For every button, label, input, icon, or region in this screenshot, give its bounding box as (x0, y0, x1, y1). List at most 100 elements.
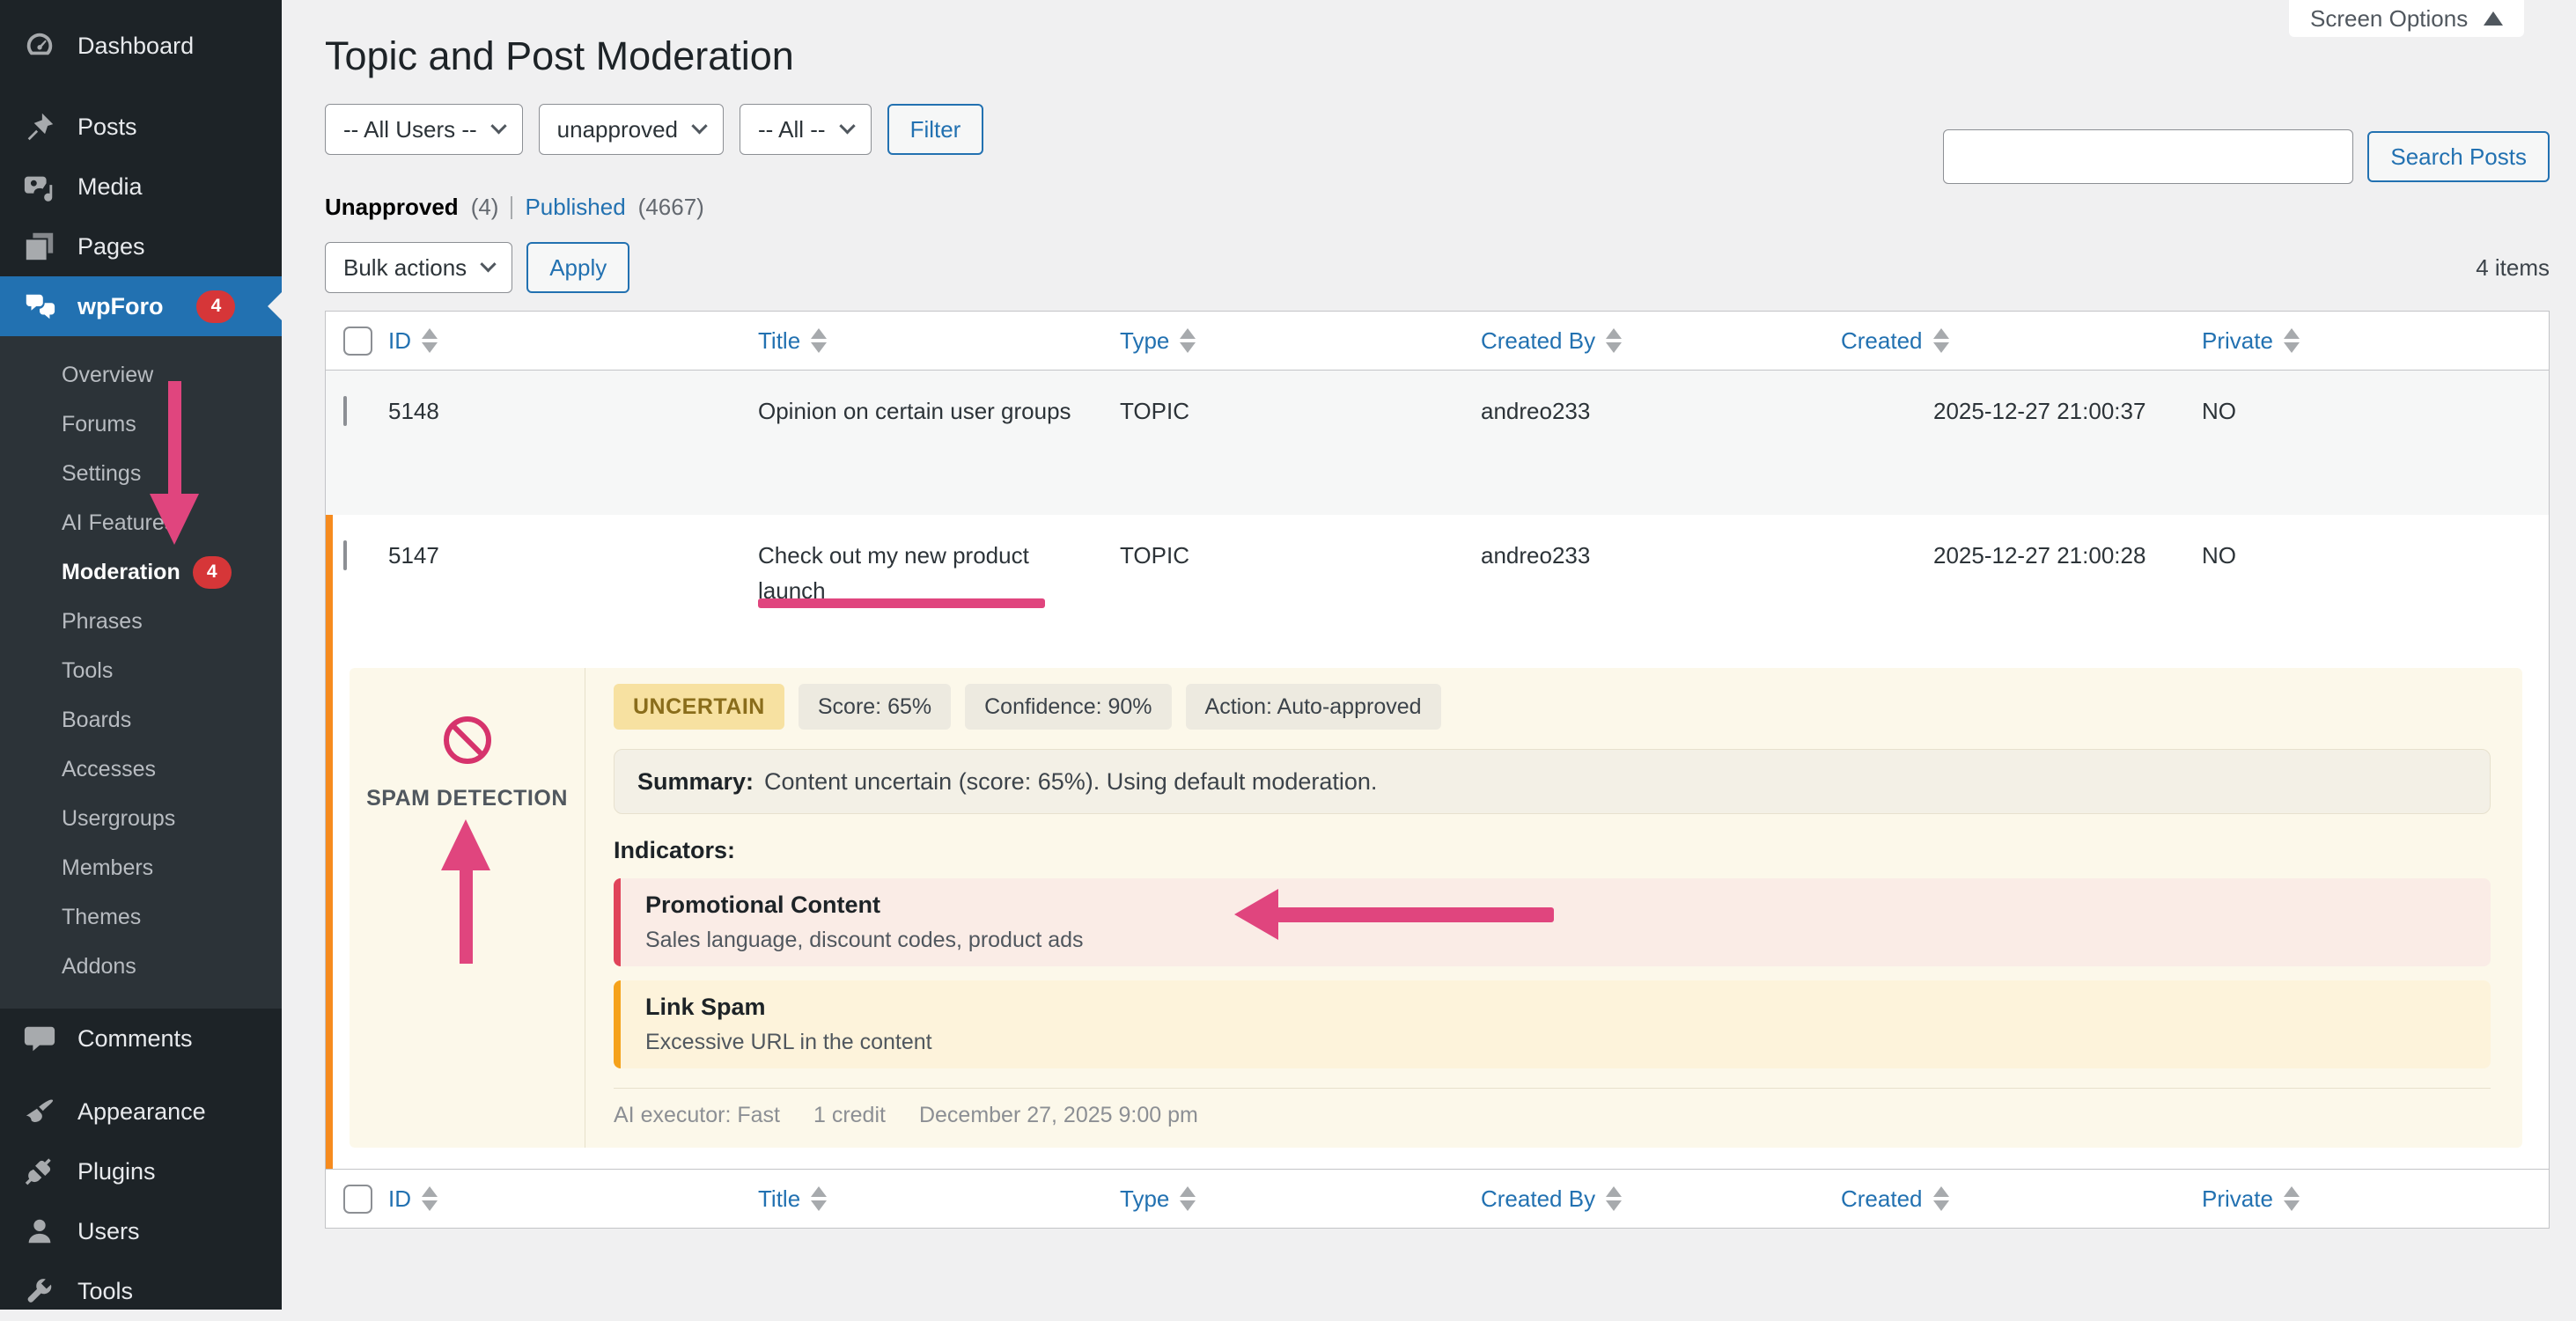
search-input[interactable] (1943, 129, 2353, 184)
sort-icon (2284, 1186, 2300, 1211)
column-header-id[interactable]: ID (388, 312, 758, 370)
indicator-card-promotional: Promotional Content Sales language, disc… (614, 878, 2491, 966)
spam-detail-row: SPAM DETECTION UNCERTAIN Score: 65% Conf… (326, 659, 2549, 1169)
summary-box: Summary:Content uncertain (score: 65%). … (614, 749, 2491, 814)
action-badge: Action: Auto-approved (1186, 684, 1441, 730)
table-row: 5147 Check out my new product launch TOP… (326, 515, 2549, 659)
unapproved-count: (4) (471, 194, 499, 221)
submenu-item-addons[interactable]: Addons (0, 942, 282, 991)
cell-id: 5147 (388, 515, 758, 659)
screen-options-label: Screen Options (2310, 5, 2468, 33)
cell-private: NO (2202, 371, 2549, 515)
wpforo-submenu: Overview Forums Settings AI Features Mod… (0, 336, 282, 1009)
row-checkbox[interactable] (343, 540, 347, 570)
submenu-item-phrases[interactable]: Phrases (0, 597, 282, 646)
select-all-checkbox[interactable] (343, 1185, 372, 1214)
status-filter-select[interactable]: unapproved (539, 104, 724, 155)
column-header-created-by[interactable]: Created By (1481, 312, 1841, 370)
plug-icon (23, 1155, 56, 1188)
table-header-row: ID Title Type Created By Created Private (326, 312, 2549, 371)
pages-icon (23, 230, 56, 263)
chevron-down-icon (480, 256, 496, 272)
submenu-item-ai-features[interactable]: AI Features (0, 498, 282, 547)
submenu-item-moderation[interactable]: Moderation 4 (0, 547, 282, 597)
sidebar-item-label: Dashboard (77, 33, 194, 60)
cell-title: Check out my new product launch (758, 515, 1120, 659)
column-header-type[interactable]: Type (1120, 1170, 1481, 1228)
column-header-private[interactable]: Private (2202, 1170, 2549, 1228)
submenu-item-usergroups[interactable]: Usergroups (0, 794, 282, 843)
table-toolbar: Bulk actions Apply 4 items (325, 242, 2550, 293)
sidebar-item-comments[interactable]: Comments (0, 1009, 282, 1068)
spam-meta-row: AI executor: Fast 1 credit December 27, … (614, 1088, 2491, 1128)
column-header-private[interactable]: Private (2202, 312, 2549, 370)
indicator-card-link-spam: Link Spam Excessive URL in the content (614, 980, 2491, 1068)
sidebar-separator (0, 1068, 282, 1082)
sidebar-item-wpforo[interactable]: wpForo 4 (0, 276, 282, 336)
screen-options-tab[interactable]: Screen Options (2289, 0, 2524, 37)
submenu-item-boards[interactable]: Boards (0, 695, 282, 745)
bulk-actions-select[interactable]: Bulk actions (325, 242, 512, 293)
column-header-created[interactable]: Created (1841, 312, 2202, 370)
cell-type: TOPIC (1120, 515, 1481, 659)
type-filter-select[interactable]: -- All -- (740, 104, 872, 155)
submenu-item-tools[interactable]: Tools (0, 646, 282, 695)
dashboard-icon (23, 29, 56, 62)
submenu-item-accesses[interactable]: Accesses (0, 745, 282, 794)
column-header-type[interactable]: Type (1120, 312, 1481, 370)
sidebar-item-plugins[interactable]: Plugins (0, 1141, 282, 1201)
apply-button[interactable]: Apply (526, 242, 629, 293)
sort-icon (1180, 328, 1196, 353)
submenu-item-forums[interactable]: Forums (0, 400, 282, 449)
confidence-badge: Confidence: 90% (965, 684, 1171, 730)
column-header-title[interactable]: Title (758, 312, 1120, 370)
wpforo-count-badge: 4 (196, 290, 235, 323)
cell-created-by: andreo233 (1481, 515, 1841, 659)
submenu-item-members[interactable]: Members (0, 843, 282, 892)
select-all-checkbox[interactable] (343, 327, 372, 356)
view-links: Unapproved (4) Published (4667) (325, 194, 2550, 221)
sidebar-item-pages[interactable]: Pages (0, 216, 282, 276)
view-published-link[interactable]: Published (525, 194, 625, 221)
chevron-down-icon (490, 118, 506, 134)
sort-icon (1933, 1186, 1949, 1211)
cell-private: NO (2202, 515, 2549, 659)
sidebar-item-label: Posts (77, 114, 137, 141)
search-posts-button[interactable]: Search Posts (2367, 131, 2550, 182)
moderation-table: ID Title Type Created By Created Private… (325, 311, 2550, 1229)
moderation-count-badge: 4 (193, 556, 232, 589)
cell-created-by: andreo233 (1481, 371, 1841, 515)
view-unapproved-link[interactable]: Unapproved (325, 194, 459, 221)
summary-label: Summary: (637, 768, 754, 795)
sidebar-item-posts[interactable]: Posts (0, 97, 282, 157)
submenu-item-settings[interactable]: Settings (0, 449, 282, 498)
annotation-up-arrow (441, 819, 490, 964)
chevron-down-icon (839, 118, 855, 134)
row-checkbox[interactable] (343, 396, 347, 426)
sidebar-item-tools[interactable]: Tools (0, 1261, 282, 1321)
cell-created: 2025-12-27 21:00:37 (1841, 371, 2202, 515)
table-row: 5148 Opinion on certain user groups TOPI… (326, 371, 2549, 515)
pushpin-icon (23, 110, 56, 143)
sidebar-item-appearance[interactable]: Appearance (0, 1082, 282, 1141)
sort-icon (1606, 328, 1622, 353)
sidebar-item-label: Users (77, 1218, 140, 1245)
column-header-created[interactable]: Created (1841, 1170, 2202, 1228)
user-filter-select[interactable]: -- All Users -- (325, 104, 523, 155)
sidebar-item-label: Comments (77, 1025, 193, 1053)
column-header-created-by[interactable]: Created By (1481, 1170, 1841, 1228)
sidebar-item-dashboard[interactable]: Dashboard (0, 16, 282, 76)
sidebar-item-media[interactable]: Media (0, 157, 282, 216)
filter-button[interactable]: Filter (887, 104, 984, 155)
sidebar-item-users[interactable]: Users (0, 1201, 282, 1261)
sidebar-item-label: Appearance (77, 1098, 206, 1126)
spam-detection-label: SPAM DETECTION (366, 786, 568, 811)
wrench-icon (23, 1274, 56, 1308)
search-block: Search Posts (1943, 129, 2550, 184)
comment-icon (23, 1022, 56, 1055)
submenu-item-overview[interactable]: Overview (0, 350, 282, 400)
column-header-id[interactable]: ID (388, 1170, 758, 1228)
column-header-title[interactable]: Title (758, 1170, 1120, 1228)
submenu-item-themes[interactable]: Themes (0, 892, 282, 942)
sidebar-item-label: Pages (77, 233, 145, 261)
